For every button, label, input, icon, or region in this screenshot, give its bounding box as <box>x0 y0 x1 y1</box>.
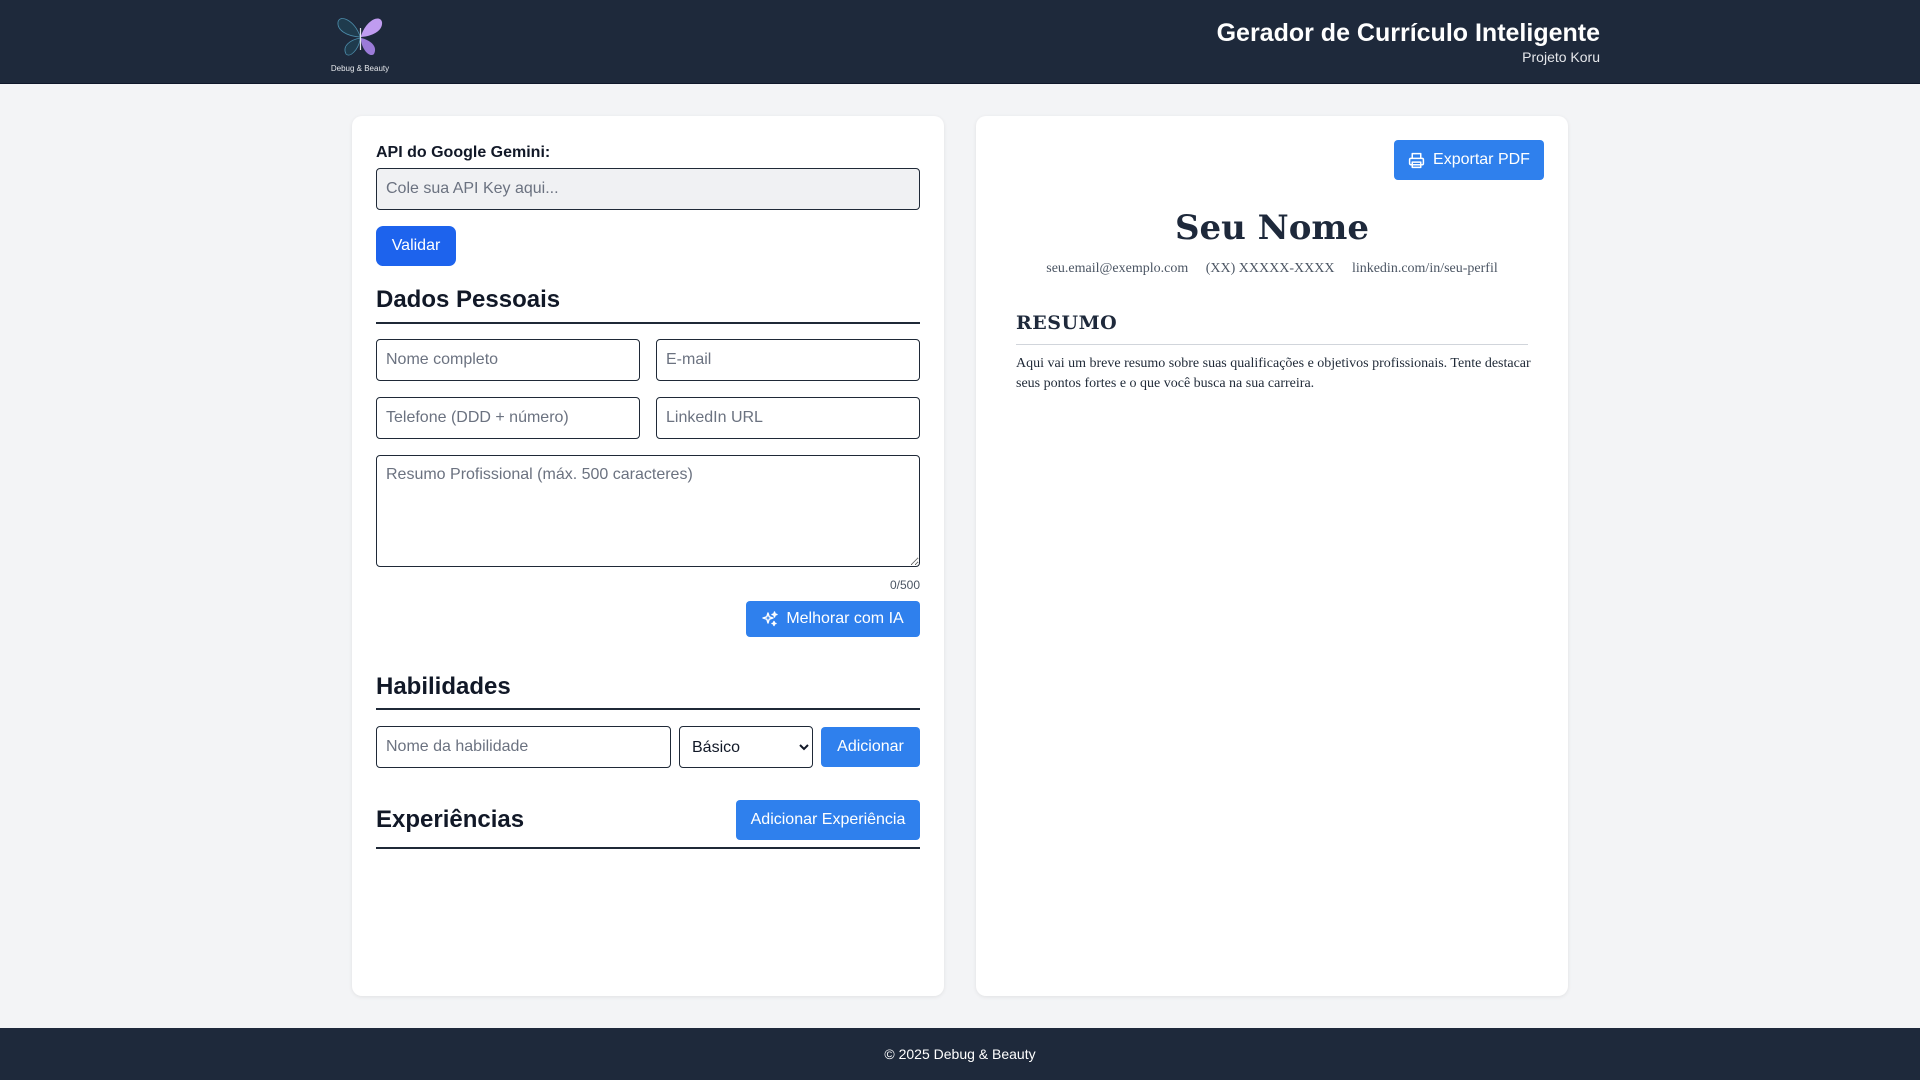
skill-level-select[interactable]: Básico <box>679 726 813 768</box>
preview-phone: (XX) XXXXX-XXXX <box>1205 261 1335 276</box>
preview-contacts: seu.email@exemplo.com (XX) XXXXX-XXXX li… <box>976 261 1568 277</box>
add-experience-button[interactable]: Adicionar Experiência <box>736 800 920 840</box>
char-counter: 0/500 <box>889 578 920 592</box>
app-header: Debug & Beauty Gerador de Currículo Inte… <box>0 0 1920 84</box>
printer-icon <box>1408 152 1425 168</box>
section-divider <box>376 708 920 710</box>
preview-name: Seu Nome <box>1174 208 1370 248</box>
export-label: Exportar PDF <box>1433 151 1530 168</box>
logo[interactable]: Debug & Beauty <box>330 10 390 78</box>
email-input[interactable] <box>656 339 920 381</box>
add-skill-button[interactable]: Adicionar <box>821 727 920 767</box>
header-titles: Gerador de Currículo Inteligente Projeto… <box>1217 18 1600 66</box>
resume-preview-card: Exportar PDF Seu Nome seu.email@exemplo.… <box>976 116 1568 996</box>
app-footer: © 2025 Debug & Beauty <box>0 1028 1920 1080</box>
app-subtitle: Projeto Koru <box>1522 49 1600 65</box>
butterfly-icon <box>337 18 383 56</box>
summary-textarea[interactable] <box>376 455 920 567</box>
personal-data-title: Dados Pessoais <box>376 286 561 313</box>
section-divider <box>376 322 920 324</box>
footer-text: © 2025 Debug & Beauty <box>884 1046 1036 1062</box>
preview-email: seu.email@exemplo.com <box>1046 261 1189 276</box>
validate-button[interactable]: Validar <box>376 226 456 266</box>
preview-linkedin: linkedin.com/in/seu-perfil <box>1351 261 1498 276</box>
app-title: Gerador de Currículo Inteligente <box>1216 19 1600 47</box>
logo-text: Debug & Beauty <box>330 64 390 73</box>
preview-divider <box>1016 344 1528 345</box>
skills-title: Habilidades <box>376 673 511 700</box>
preview-summary-text: Aqui vai um breve resumo sobre suas qual… <box>1016 356 1531 391</box>
improve-label: Melhorar com IA <box>786 610 904 627</box>
form-card: API do Google Gemini: Validar Dados Pess… <box>352 116 944 996</box>
section-divider <box>376 847 920 849</box>
phone-input[interactable] <box>376 397 640 439</box>
preview-summary-title: RESUMO <box>1016 312 1118 334</box>
improve-with-ai-button[interactable]: Melhorar com IA <box>746 601 920 637</box>
linkedin-input[interactable] <box>656 397 920 439</box>
skill-name-input[interactable] <box>376 726 671 768</box>
sparkles-icon <box>762 611 779 627</box>
experience-title: Experiências <box>376 806 525 833</box>
export-pdf-button[interactable]: Exportar PDF <box>1394 140 1544 180</box>
api-label: API do Google Gemini: <box>376 144 551 161</box>
full-name-input[interactable] <box>376 339 640 381</box>
api-key-input[interactable] <box>376 168 920 210</box>
